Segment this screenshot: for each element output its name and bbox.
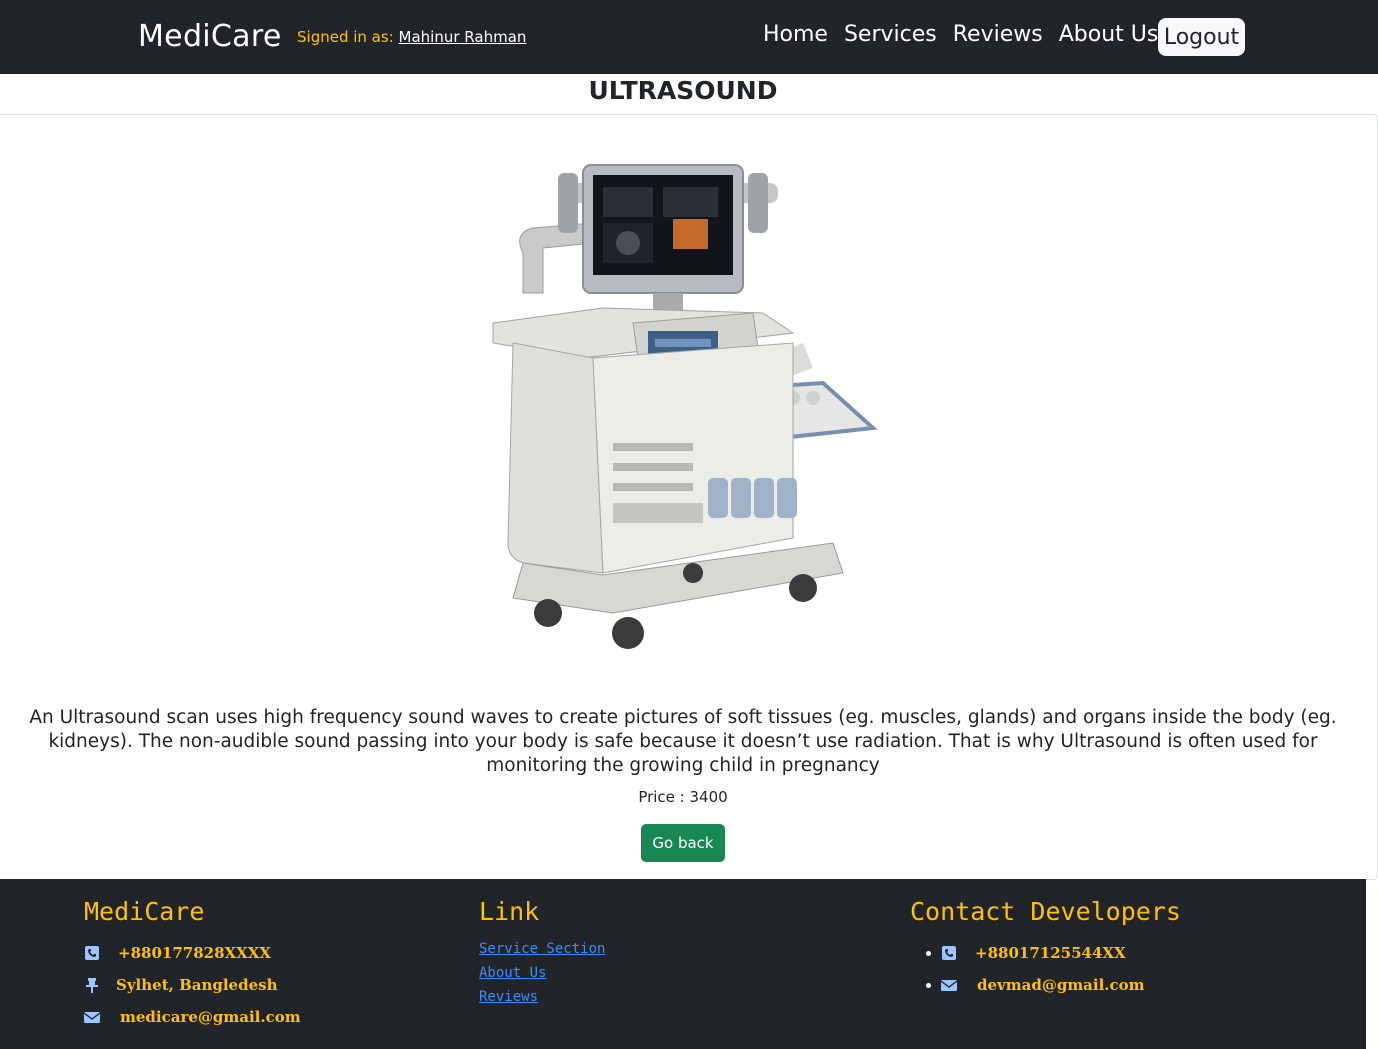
service-card: An Ultrasound scan uses high frequency s…	[0, 114, 1378, 880]
list-bullet	[926, 982, 931, 988]
logout-button[interactable]: Logout	[1158, 18, 1245, 56]
nav-about-us[interactable]: About Us	[1059, 22, 1159, 47]
footer-link-about-us[interactable]: About Us	[479, 965, 546, 981]
page-title: ULTRASOUND	[588, 76, 778, 105]
dev-phone-text: +88017125544XX	[975, 944, 1126, 962]
dev-email-text: devmad@gmail.com	[977, 976, 1145, 994]
nav-links: Home Services Reviews About Us	[763, 22, 1158, 47]
user-name-link[interactable]: Mahinur Rahman	[399, 28, 527, 46]
signed-in-prefix: Signed in as:	[297, 28, 394, 46]
footer-brand: MediCare	[84, 897, 205, 926]
phone-icon	[85, 946, 99, 960]
footer-link-title: Link	[479, 897, 540, 926]
footer: MediCare +880177828XXXX Sylhet, Banglede…	[0, 879, 1366, 1049]
dev-phone-item: +88017125544XX	[926, 944, 1126, 962]
footer-link-reviews[interactable]: Reviews	[479, 989, 538, 1005]
footer-phone: +880177828XXXX	[84, 944, 271, 962]
footer-email: medicare@gmail.com	[84, 1008, 301, 1026]
nav-home[interactable]: Home	[763, 22, 828, 47]
envelope-icon	[84, 1012, 100, 1023]
service-description: An Ultrasound scan uses high frequency s…	[29, 707, 1337, 776]
signed-in-label: Signed in as: Mahinur Rahman	[297, 28, 526, 46]
navbar: MediCare Signed in as: Mahinur Rahman Ho…	[0, 0, 1378, 74]
pin-icon	[86, 978, 98, 993]
brand-logo[interactable]: MediCare	[138, 19, 282, 54]
service-price: Price : 3400	[638, 788, 728, 806]
ultrasound-machine-image	[492, 164, 878, 649]
phone-icon	[942, 946, 956, 960]
footer-address: Sylhet, Bangledesh	[84, 976, 277, 994]
nav-reviews[interactable]: Reviews	[953, 22, 1043, 47]
envelope-icon	[941, 980, 957, 991]
dev-email-item: devmad@gmail.com	[926, 976, 1145, 994]
go-back-button[interactable]: Go back	[641, 824, 725, 862]
footer-link-service-section[interactable]: Service Section	[479, 941, 605, 957]
footer-address-text: Sylhet, Bangledesh	[116, 976, 278, 994]
footer-email-text: medicare@gmail.com	[120, 1008, 301, 1026]
footer-contact-title: Contact Developers	[910, 897, 1181, 926]
nav-services[interactable]: Services	[844, 22, 937, 47]
footer-phone-text: +880177828XXXX	[118, 944, 272, 962]
list-bullet	[926, 950, 931, 956]
